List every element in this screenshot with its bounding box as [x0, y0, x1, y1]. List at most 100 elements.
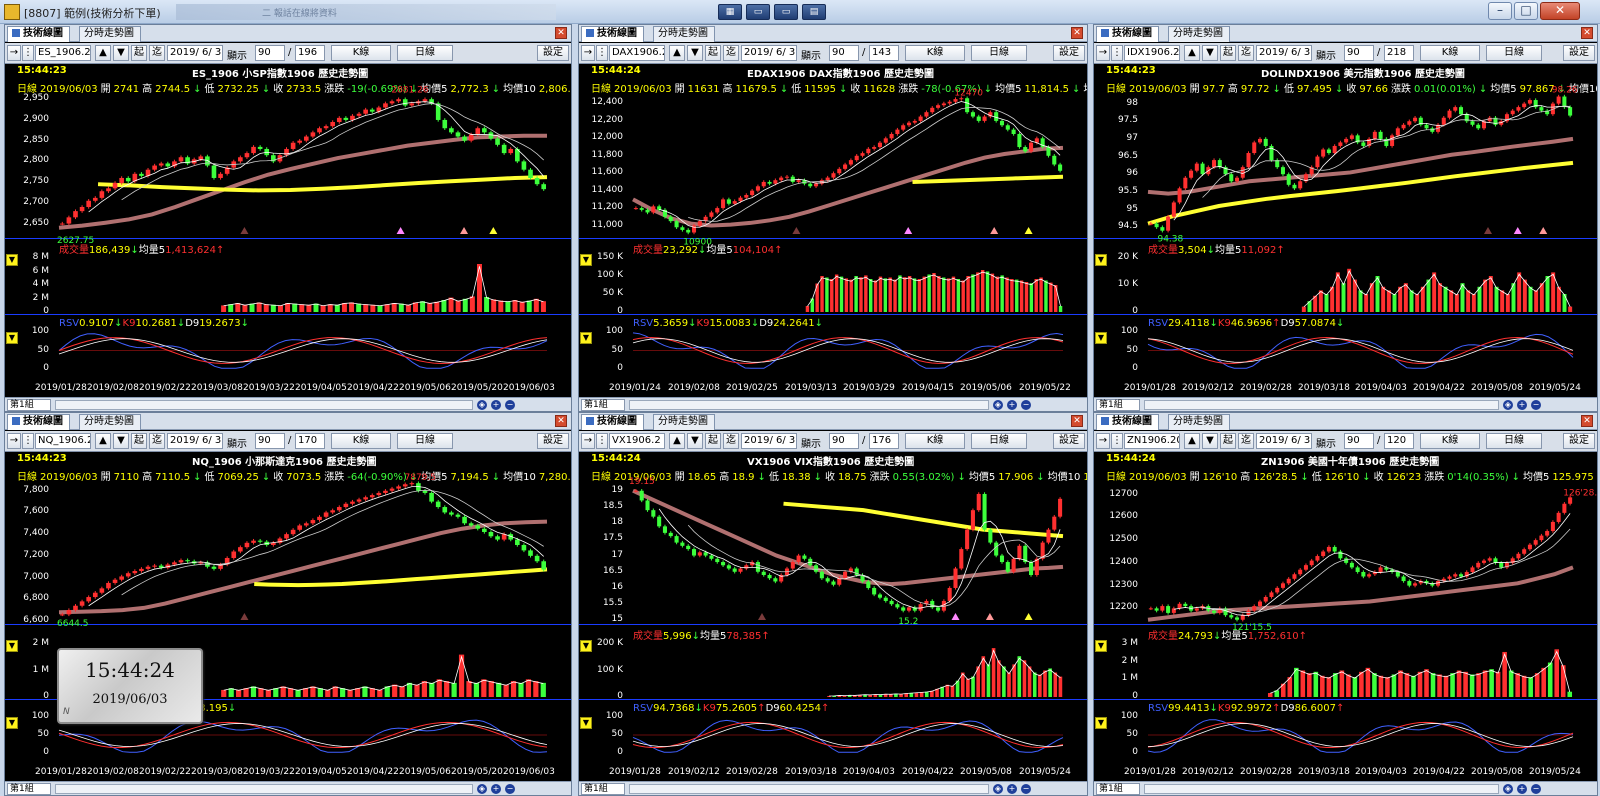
lbl-volume: 成交量: [1148, 245, 1178, 256]
volume-bar: [1378, 675, 1384, 697]
close-button[interactable]: ✕: [1540, 2, 1580, 20]
group-select[interactable]: 第1組: [1096, 399, 1140, 411]
candle: [462, 516, 467, 524]
scroll-track[interactable]: [629, 400, 989, 410]
volume-bar: [1307, 673, 1312, 697]
group-select[interactable]: 第1組: [1096, 783, 1140, 795]
window-icon[interactable]: ▭: [774, 4, 798, 20]
candle: [73, 605, 78, 611]
clock-widget: 15:44:24 2019/06/03 N: [57, 648, 203, 724]
candle: [848, 160, 853, 165]
scroll-track[interactable]: [629, 784, 989, 794]
volume-bar: [1048, 668, 1052, 697]
zoom-out-icon[interactable]: −: [505, 400, 515, 410]
candle: [449, 128, 454, 133]
volume-value: 24,793: [1178, 631, 1213, 642]
candle: [1332, 546, 1337, 552]
zoom-in-icon[interactable]: +: [491, 400, 501, 410]
candle: [1516, 553, 1521, 559]
volume-bar: [455, 300, 461, 312]
candle: [534, 555, 540, 562]
zoom-in-icon[interactable]: +: [491, 784, 501, 794]
high-marker: 126'28.5: [1563, 488, 1598, 498]
zoom-in-icon[interactable]: +: [1007, 784, 1017, 794]
volume-bar: [451, 682, 457, 697]
zoom-icon[interactable]: ◈: [993, 400, 1003, 410]
zoom-out-icon[interactable]: −: [1021, 784, 1031, 794]
candle: [767, 575, 772, 579]
candle: [455, 514, 461, 517]
candle: [1269, 592, 1274, 597]
candle: [369, 495, 375, 498]
signal-marker: [990, 227, 999, 234]
candle: [251, 146, 256, 154]
scroll-track[interactable]: [55, 784, 473, 794]
group-select[interactable]: 第1組: [581, 783, 625, 795]
kd-header: RSV0.9107↓K910.2681↓D919.2673↓: [5, 318, 571, 330]
zoom-out-icon[interactable]: −: [1531, 784, 1541, 794]
zoom-icon[interactable]: ◈: [477, 400, 487, 410]
scroll-track[interactable]: [1144, 784, 1499, 794]
signal-marker: [904, 227, 913, 234]
group-select[interactable]: 第1組: [7, 399, 51, 411]
candle: [1309, 560, 1314, 566]
candle: [79, 601, 85, 606]
candle: [831, 173, 836, 178]
clock-logo: N: [63, 707, 70, 717]
volume-bar: [956, 279, 961, 312]
zoom-out-icon[interactable]: −: [1021, 400, 1031, 410]
candle: [515, 539, 520, 545]
zoom-in-icon[interactable]: +: [1517, 400, 1527, 410]
volume-bar: [1411, 675, 1416, 697]
grid-icon[interactable]: ▤: [802, 4, 826, 20]
volume-bar: [995, 276, 999, 312]
volume-axis-label: 2 M: [32, 293, 49, 303]
date-tick: 2019/04/22: [347, 767, 399, 777]
zoom-icon[interactable]: ◈: [1503, 400, 1513, 410]
candle: [330, 510, 335, 513]
lbl-volume: 成交量: [633, 245, 663, 256]
zoom-out-icon[interactable]: −: [1531, 400, 1541, 410]
candle: [1240, 615, 1245, 620]
volume-bar: [235, 303, 241, 312]
candle: [1229, 174, 1234, 182]
volume-bar: [1365, 667, 1371, 697]
volume-bar: [820, 276, 824, 312]
volume-bar: [1426, 279, 1431, 312]
date-tick: 2019/02/28: [726, 767, 778, 777]
window-icon[interactable]: ▭: [746, 4, 770, 20]
candle: [59, 223, 65, 225]
minimize-button[interactable]: –: [1488, 2, 1512, 20]
zoom-icon[interactable]: ◈: [477, 784, 487, 794]
date-tick: 2019/04/22: [347, 383, 399, 393]
group-select[interactable]: 第1組: [7, 783, 51, 795]
volume-bar: [1012, 664, 1016, 697]
volume-bar: [945, 684, 950, 697]
zoom-icon[interactable]: ◈: [993, 784, 1003, 794]
volume-bar: [1424, 669, 1429, 697]
zoom-in-icon[interactable]: +: [1517, 784, 1527, 794]
candle: [1481, 560, 1486, 563]
candle: [501, 144, 507, 154]
candle: [1562, 96, 1567, 108]
blurred-tab: [176, 4, 556, 20]
candle: [402, 484, 408, 487]
scroll-track[interactable]: [55, 400, 473, 410]
volume-bar: [299, 304, 305, 312]
group-select[interactable]: 第1組: [581, 399, 625, 411]
volume-axis-label: 50 K: [602, 288, 623, 298]
zoom-out-icon[interactable]: −: [505, 784, 515, 794]
volume-bar: [1500, 290, 1505, 312]
volume-bar: [1017, 656, 1022, 697]
zoom-in-icon[interactable]: +: [1007, 400, 1017, 410]
candle: [1286, 174, 1291, 185]
layout-icon[interactable]: ▦: [718, 4, 742, 20]
candle: [709, 212, 714, 217]
candle: [119, 177, 124, 183]
candle: [668, 532, 673, 537]
candle: [953, 99, 958, 102]
maximize-button[interactable]: □: [1514, 2, 1538, 20]
zoom-icon[interactable]: ◈: [1503, 784, 1513, 794]
scroll-track[interactable]: [1144, 400, 1499, 410]
volume-bar: [1443, 675, 1449, 697]
